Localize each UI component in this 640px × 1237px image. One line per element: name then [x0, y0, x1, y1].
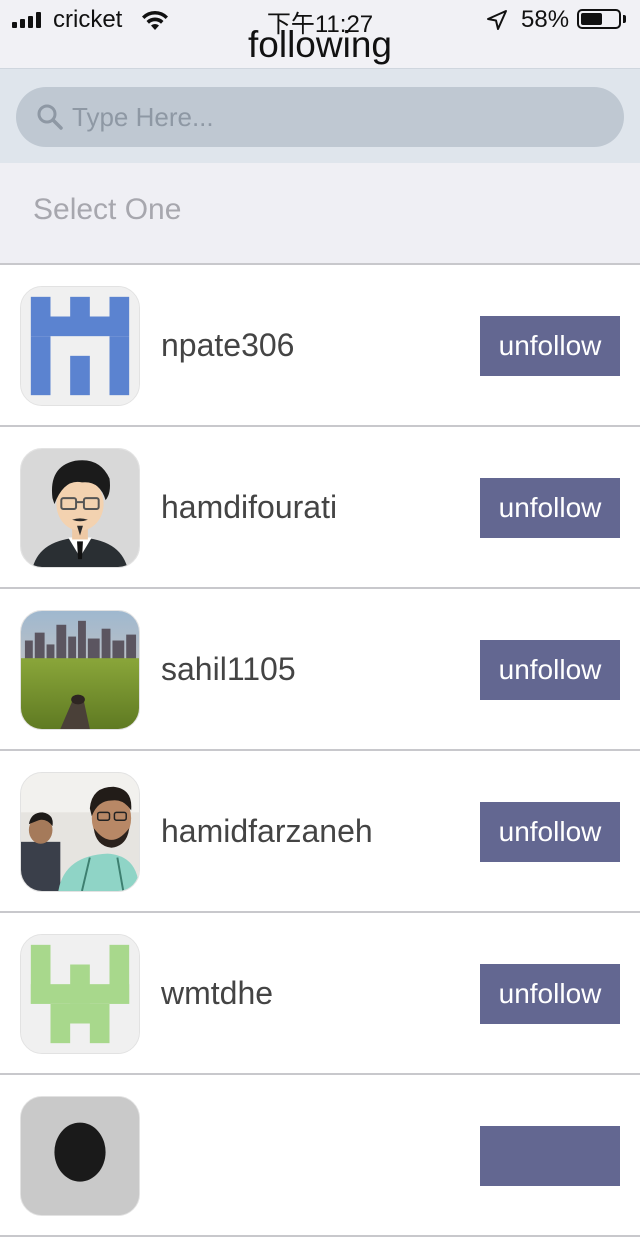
- unfollow-button[interactable]: unfollow: [480, 640, 620, 700]
- list-item[interactable]: sahil1105 unfollow: [0, 589, 640, 751]
- selfie-photo-avatar[interactable]: [20, 772, 140, 892]
- unfollow-button[interactable]: unfollow: [480, 316, 620, 376]
- search-icon: [37, 104, 63, 130]
- username[interactable]: hamdifourati: [161, 489, 337, 526]
- list-item[interactable]: hamdifourati unfollow: [0, 427, 640, 589]
- gray-person-avatar[interactable]: [20, 1096, 140, 1216]
- list-item[interactable]: hamidfarzaneh unfollow: [0, 751, 640, 913]
- search-input[interactable]: [70, 100, 594, 134]
- select-one-header[interactable]: Select One: [0, 163, 640, 265]
- select-one-label: Select One: [33, 193, 182, 226]
- unfollow-button[interactable]: unfollow: [480, 964, 620, 1024]
- cartoon-man-avatar[interactable]: [20, 448, 140, 568]
- location-arrow-icon: [487, 10, 507, 30]
- username[interactable]: wmtdhe: [161, 975, 273, 1012]
- unfollow-button[interactable]: [480, 1126, 620, 1186]
- username[interactable]: npate306: [161, 327, 294, 364]
- list-item[interactable]: wmtdhe unfollow: [0, 913, 640, 1075]
- city-park-photo-avatar[interactable]: [20, 610, 140, 730]
- list-item[interactable]: [0, 1075, 640, 1237]
- username[interactable]: hamidfarzaneh: [161, 813, 373, 850]
- search-box[interactable]: [16, 87, 624, 147]
- status-bar: cricket 下午11:27 following 58%: [0, 0, 640, 68]
- battery-icon: [577, 9, 621, 29]
- username[interactable]: sahil1105: [161, 651, 296, 688]
- blue-identicon-avatar[interactable]: [20, 286, 140, 406]
- unfollow-button[interactable]: unfollow: [480, 478, 620, 538]
- battery-cap: [623, 15, 626, 23]
- following-list: npate306 unfollow hamdifourati unfollow: [0, 265, 640, 1237]
- search-bar-area: [0, 68, 640, 163]
- list-item[interactable]: npate306 unfollow: [0, 265, 640, 427]
- green-identicon-avatar[interactable]: [20, 934, 140, 1054]
- unfollow-button[interactable]: unfollow: [480, 802, 620, 862]
- battery-percentage: 58%: [521, 6, 570, 33]
